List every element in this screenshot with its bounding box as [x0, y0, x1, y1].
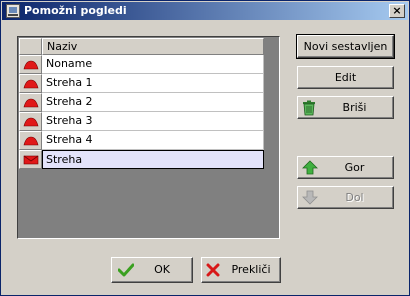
roof-selected-icon [23, 155, 39, 165]
list-item[interactable]: Streha 1 [19, 74, 264, 93]
roof-icon [23, 98, 39, 108]
trash-icon [303, 100, 315, 116]
check-icon [118, 263, 134, 277]
cancel-button[interactable]: Prekliči [201, 257, 281, 283]
roof-icon [23, 60, 39, 70]
list-item[interactable]: Streha 3 [19, 112, 264, 131]
header-corner [19, 38, 42, 55]
title-bar[interactable]: Pomožni pogledi × [2, 2, 408, 20]
cross-icon [206, 263, 220, 277]
list-item[interactable]: Noname [19, 55, 264, 74]
list-item-selected[interactable]: Streha [19, 150, 264, 169]
move-down-button[interactable]: Dol [297, 186, 394, 209]
list-item-label: Streha 3 [42, 112, 264, 131]
dialog-window: Pomožni pogledi × Naziv Noname Streha 1 … [0, 0, 410, 296]
window-title: Pomožni pogledi [24, 4, 127, 17]
close-button[interactable]: × [389, 4, 405, 18]
new-composed-button[interactable]: Novi sestavljen [296, 34, 395, 59]
list-item-label: Streha 1 [42, 74, 264, 93]
list-item[interactable]: Streha 2 [19, 93, 264, 112]
column-header-naziv[interactable]: Naziv [42, 38, 264, 55]
roof-icon [23, 136, 39, 146]
roof-icon [23, 117, 39, 127]
app-icon [6, 4, 20, 18]
views-list[interactable]: Naziv Noname Streha 1 Streha 2 Streha 3 [17, 36, 280, 239]
list-item-label: Streha 4 [42, 131, 264, 150]
move-up-button[interactable]: Gor [297, 156, 394, 179]
list-item[interactable]: Streha 4 [19, 131, 264, 150]
delete-button[interactable]: Briši [297, 96, 394, 119]
ok-button[interactable]: OK [111, 257, 193, 283]
list-header: Naziv [19, 38, 264, 55]
list-item-label: Noname [42, 55, 264, 74]
list-item-label: Streha 2 [42, 93, 264, 112]
roof-icon [23, 79, 39, 89]
edit-button[interactable]: Edit [297, 66, 394, 89]
list-item-label: Streha [42, 150, 264, 169]
